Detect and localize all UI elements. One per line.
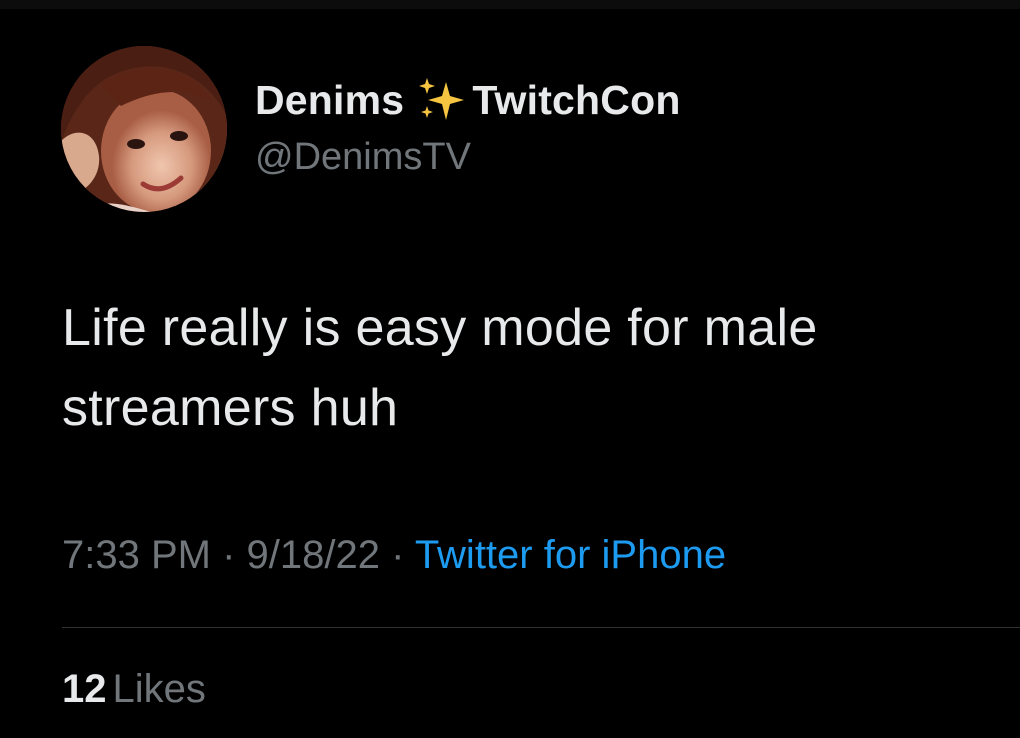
likes-label: Likes bbox=[112, 667, 206, 711]
display-name-suffix[interactable]: TwitchCon bbox=[472, 77, 680, 124]
profile-photo-icon bbox=[61, 46, 227, 212]
sparkles-icon bbox=[414, 76, 466, 124]
top-edge-strip bbox=[0, 0, 1020, 9]
tweet-text: Life really is easy mode for male stream… bbox=[62, 299, 818, 437]
display-name-row[interactable]: Denims TwitchCon bbox=[255, 74, 681, 126]
likes-row[interactable]: 12 Likes bbox=[62, 667, 206, 712]
tweet-header: Denims TwitchCon @DenimsTV bbox=[255, 74, 681, 179]
display-name[interactable]: Denims bbox=[255, 77, 404, 124]
avatar[interactable] bbox=[61, 46, 227, 212]
meta-separator: · bbox=[379, 533, 415, 577]
meta-separator: · bbox=[210, 533, 247, 577]
likes-count: 12 bbox=[62, 667, 107, 711]
tweet-date[interactable]: 9/18/22 bbox=[247, 533, 380, 577]
user-handle[interactable]: @DenimsTV bbox=[255, 136, 681, 179]
tweet-meta: 7:33 PM · 9/18/22 · Twitter for iPhone bbox=[62, 533, 726, 578]
divider bbox=[62, 627, 1020, 628]
tweet-time[interactable]: 7:33 PM bbox=[62, 533, 211, 577]
tweet-source-link[interactable]: Twitter for iPhone bbox=[415, 533, 726, 577]
